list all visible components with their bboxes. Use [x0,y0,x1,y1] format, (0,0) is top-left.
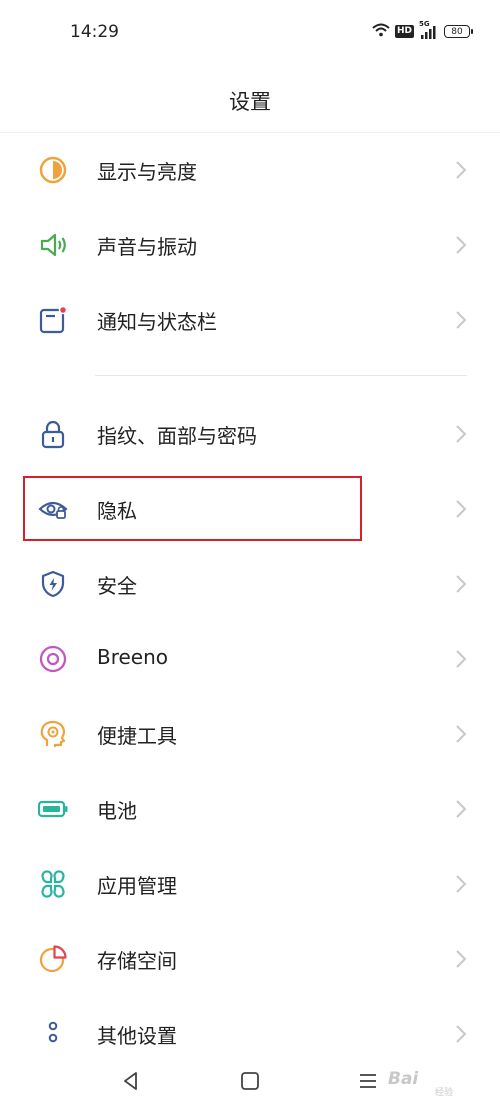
back-triangle-icon[interactable] [118,1068,144,1094]
settings-item-convenience-tools[interactable]: 便捷工具 [0,696,500,771]
settings-item-security[interactable]: 安全 [0,546,500,621]
lock-icon [38,419,68,449]
storage-pie-icon [38,944,68,974]
header: 设置 [0,64,500,133]
section-divider [95,375,467,376]
home-square-icon[interactable] [237,1068,263,1094]
settings-item-label: 电池 [97,799,137,823]
status-icons: HD 5G 80 [372,20,473,41]
apps-icon [38,869,68,899]
battery-indicator: 80 [444,25,473,38]
watermark-subtext: 经验 [435,1088,454,1098]
settings-item-label: 声音与振动 [97,235,197,259]
chevron-right-icon [454,1024,468,1044]
chevron-right-icon [454,724,468,744]
display-brightness-icon [38,155,68,185]
settings-item-app-management[interactable]: 应用管理 [0,846,500,921]
head-gear-icon [38,719,68,749]
chevron-right-icon [454,949,468,969]
chevron-right-icon [454,235,468,255]
settings-item-label: 应用管理 [97,874,177,898]
watermark-logo: Bai [388,1069,419,1089]
chevron-right-icon [454,310,468,330]
settings-item-label: 指纹、面部与密码 [97,424,257,448]
status-bar: 14:29 HD 5G 80 [0,0,500,64]
speaker-icon [38,230,68,260]
menu-lines-icon[interactable] [355,1068,381,1094]
notification-icon [38,305,68,335]
settings-item-sound-vibration[interactable]: 声音与振动 [0,207,500,282]
chevron-right-icon [454,499,468,519]
chevron-right-icon [454,799,468,819]
more-dots-icon [38,1019,68,1049]
settings-item-label: 便捷工具 [97,724,177,748]
settings-item-storage[interactable]: 存储空间 [0,921,500,996]
highlight-box-privacy [23,476,362,541]
chevron-right-icon [454,874,468,894]
chevron-right-icon [454,649,468,669]
network-type-label: 5G [419,19,430,28]
settings-item-breeno[interactable]: Breeno [0,621,500,696]
page-title: 设置 [229,90,271,114]
hd-badge: HD [394,25,414,38]
settings-item-label: 通知与状态栏 [97,310,217,334]
settings-item-label: 其他设置 [97,1024,177,1048]
status-time: 14:29 [70,22,119,42]
wifi-icon [372,22,390,41]
settings-item-battery[interactable]: 电池 [0,771,500,846]
battery-level: 80 [451,26,463,37]
settings-item-label: 存储空间 [97,949,177,973]
chevron-right-icon [454,424,468,444]
battery-icon [38,794,68,824]
settings-item-label: Breeno [97,645,169,669]
breeno-icon [38,644,68,674]
settings-item-label: 安全 [97,574,137,598]
settings-item-label: 显示与亮度 [97,160,197,184]
settings-item-notification-statusbar[interactable]: 通知与状态栏 [0,282,500,357]
settings-item-display-brightness[interactable]: 显示与亮度 [0,132,500,207]
settings-item-fingerprint-face-password[interactable]: 指纹、面部与密码 [0,396,500,471]
chevron-right-icon [454,160,468,180]
navigation-bar: Bai 经验 [0,1056,500,1111]
chevron-right-icon [454,574,468,594]
signal-icon: 5G [419,20,439,40]
shield-icon [38,569,68,599]
